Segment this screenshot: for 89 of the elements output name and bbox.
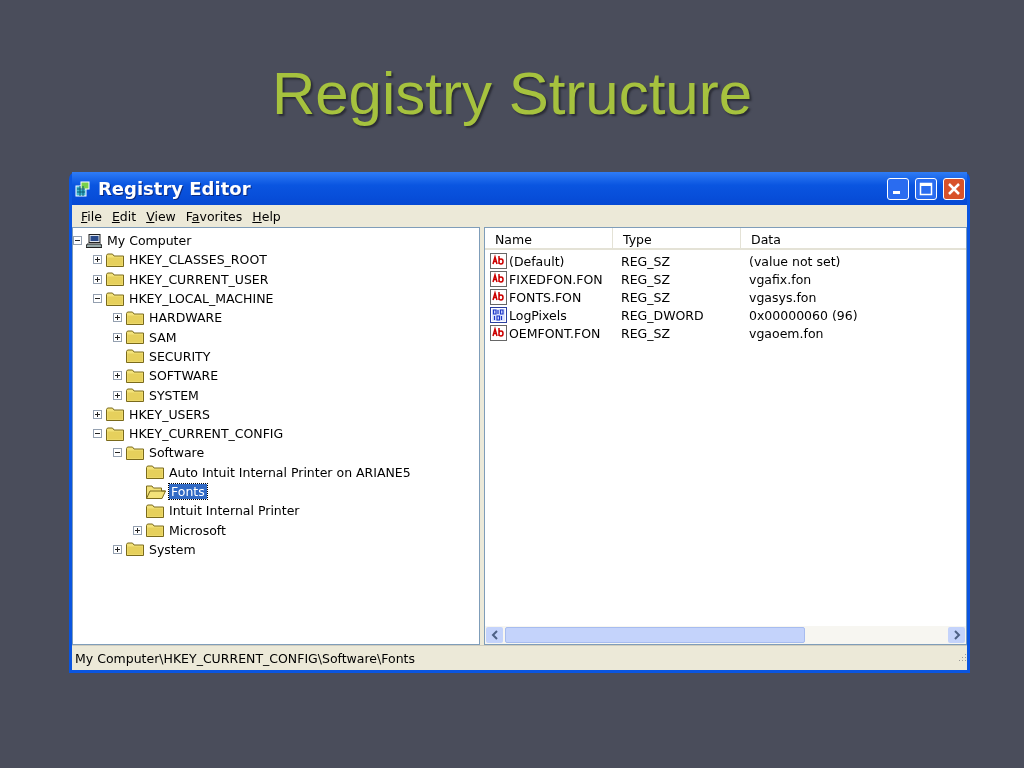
folder-icon (146, 465, 164, 480)
menu-item[interactable]: Edit (106, 208, 142, 224)
value-name[interactable]: FIXEDFON.FON (509, 271, 603, 287)
value-type: REG_SZ (620, 253, 672, 269)
expand-icon[interactable] (113, 544, 122, 554)
menu-item[interactable]: View (141, 208, 181, 224)
menu-item[interactable]: Favorites (180, 208, 248, 224)
tree-item[interactable]: Auto Intuit Internal Printer on ARIANE5 (167, 464, 413, 480)
expand-icon[interactable] (93, 409, 102, 419)
tree-item[interactable]: HKEY_CLASSES_ROOT (127, 252, 269, 268)
tree-item[interactable]: SYSTEM (147, 387, 201, 403)
menu-item[interactable]: File (76, 208, 107, 224)
folder-icon (126, 388, 144, 402)
tree-item[interactable]: HKEY_USERS (127, 406, 212, 422)
column-header[interactable]: Data (741, 228, 966, 248)
close-icon (947, 181, 961, 196)
expand-icon[interactable] (113, 332, 122, 342)
registry-app-icon (74, 179, 92, 198)
scroll-left-icon[interactable] (486, 627, 503, 643)
tree-item[interactable]: HKEY_LOCAL_MACHINE (127, 291, 276, 307)
tree-item[interactable]: SAM (147, 329, 179, 345)
tree-item[interactable]: HKEY_CURRENT_CONFIG (127, 426, 286, 442)
value-name[interactable]: LogPixels (509, 307, 567, 323)
tree-item[interactable]: System (147, 541, 198, 557)
horizontal-scrollbar[interactable] (485, 626, 966, 644)
tree-item[interactable]: Fonts (169, 484, 207, 499)
menu-item[interactable]: Help (247, 208, 286, 224)
folder-icon (126, 310, 144, 325)
collapse-icon[interactable] (73, 236, 82, 246)
expand-icon[interactable] (113, 390, 122, 400)
expand-icon[interactable] (93, 255, 102, 265)
value-data: vgasys.fon (748, 289, 817, 305)
folder-icon (106, 291, 124, 306)
tree-item[interactable]: SOFTWARE (147, 368, 221, 384)
folder-icon (106, 272, 124, 287)
maximize-button[interactable] (915, 177, 937, 200)
tree-item[interactable]: SECURITY (147, 348, 213, 364)
collapse-icon[interactable] (93, 294, 102, 304)
maximize-icon (919, 181, 933, 196)
string-value-icon (490, 289, 508, 305)
status-path: My Computer\HKEY_CURRENT_CONFIG\Software\Fonts (75, 650, 416, 666)
column-header[interactable]: Name (485, 228, 613, 248)
value-name[interactable]: (Default) (509, 253, 565, 269)
binary-value-icon (490, 307, 508, 323)
computer-icon (86, 233, 102, 248)
column-header[interactable]: Type (613, 228, 741, 248)
close-button[interactable] (943, 177, 965, 200)
folder-icon (106, 407, 124, 422)
open-folder-icon (146, 484, 166, 499)
value-type: REG_DWORD (620, 307, 705, 323)
folder-icon (106, 252, 124, 267)
expand-icon[interactable] (113, 313, 122, 323)
string-value-icon (490, 325, 508, 341)
collapse-icon[interactable] (113, 448, 122, 458)
scroll-thumb[interactable] (505, 627, 805, 643)
slide-title: Registry Structure (270, 59, 754, 129)
expand-icon[interactable] (113, 371, 122, 381)
value-type: REG_SZ (620, 271, 672, 287)
value-data: (value not set) (748, 253, 841, 269)
tree-item[interactable]: HARDWARE (147, 310, 225, 326)
folder-icon (146, 503, 164, 518)
tree-item[interactable]: HKEY_CURRENT_USER (127, 271, 271, 287)
folder-icon (126, 349, 144, 364)
value-type: REG_SZ (620, 289, 672, 305)
value-type: REG_SZ (620, 325, 672, 341)
folder-icon (106, 426, 124, 441)
value-name[interactable]: OEMFONT.FON (509, 325, 601, 341)
string-value-icon (490, 253, 508, 269)
tree-item[interactable]: Software (147, 445, 207, 461)
value-name[interactable]: FONTS.FON (509, 289, 582, 305)
expand-icon[interactable] (133, 525, 142, 535)
window-title: Registry Editor (98, 178, 252, 199)
scroll-right-icon[interactable] (948, 627, 965, 643)
folder-icon (126, 542, 144, 557)
value-data: vgaoem.fon (748, 325, 824, 341)
tree-item[interactable]: Intuit Internal Printer (167, 503, 302, 519)
expand-icon[interactable] (93, 274, 102, 284)
value-data: 0x00000060 (96) (748, 307, 858, 323)
folder-icon (126, 368, 144, 383)
folder-icon (146, 523, 164, 538)
minimize-button[interactable] (887, 177, 909, 200)
tree-item[interactable]: My Computer (105, 233, 194, 249)
collapse-icon[interactable] (93, 429, 102, 439)
folder-icon (126, 445, 144, 460)
tree-item[interactable]: Microsoft (167, 522, 228, 538)
minimize-icon (893, 190, 900, 194)
folder-icon (126, 330, 144, 345)
string-value-icon (490, 271, 508, 287)
value-data: vgafix.fon (748, 271, 812, 287)
